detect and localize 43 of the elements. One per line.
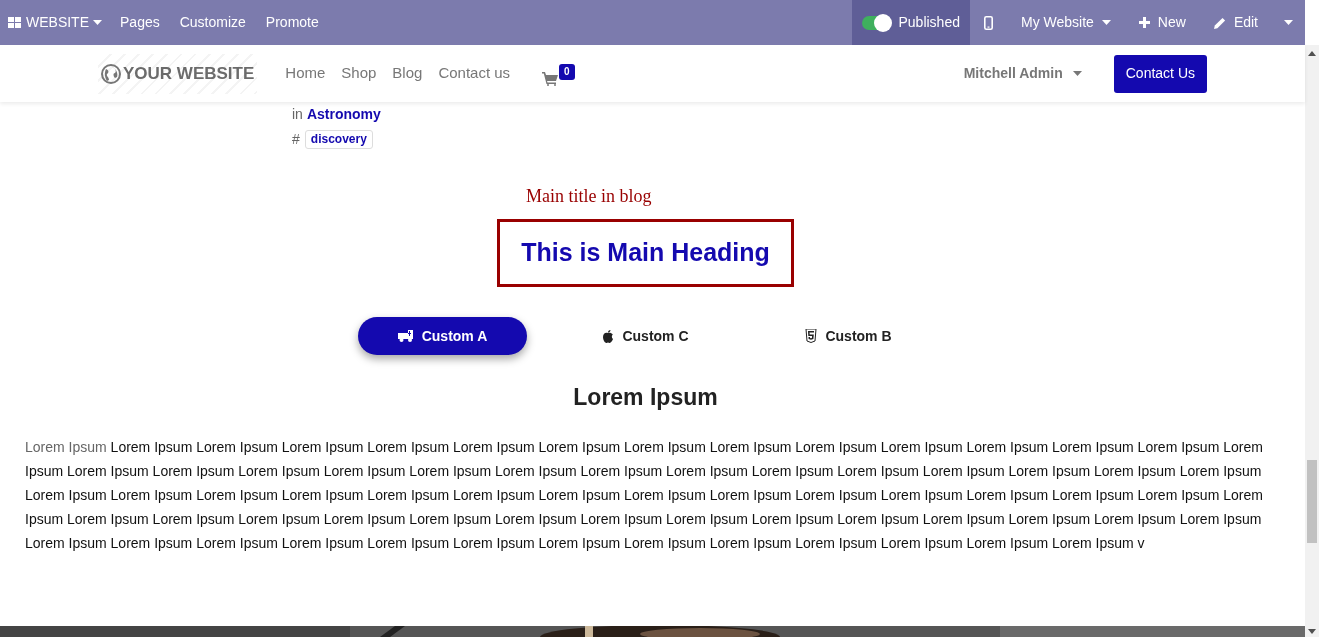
menu-item[interactable]: Promote [255, 0, 329, 45]
nav-link[interactable]: Shop [341, 62, 377, 85]
scroll-down-icon[interactable] [1308, 629, 1316, 634]
contact-us-button[interactable]: Contact Us [1113, 54, 1207, 93]
caret-icon [1101, 20, 1111, 25]
caret-icon [93, 20, 102, 25]
main-heading: This is Main Heading [497, 219, 794, 287]
nav-link[interactable]: Contact us [438, 62, 511, 85]
app-menu[interactable]: WEBSITE [0, 0, 110, 45]
section-title: Lorem Ipsum [573, 383, 718, 412]
tag-badge[interactable]: discovery [304, 130, 373, 149]
paragraph: Lorem Ipsum Lorem Ipsum Lorem Ipsum Lorem Ipsum Lorem Ipsum Lorem Ipsum Lorem Ipsum Lorem Ipsum Lorem Ipsum Lorem Ipsum Lorem Ipsum Lorem Ipsum Lorem Ipsum Lorem Ipsum Lorem Ipsum Lorem Ipsum Lorem Ipsum Lorem Ipsum Lorem Ipsum Lorem Ipsum Lorem Ipsum Lorem Ipsum Lorem Ipsum Lorem Ipsum Lorem Ipsum Lorem Ipsum Lorem Ipsum Lorem Ipsum Lorem Ipsum Lorem Ipsum Lorem Ipsum Lorem Ipsum Lorem Ipsum Lorem Ipsum Lorem Ipsum Lorem Ipsum Lorem Ipsum Lorem Ipsum Lorem Ipsum Lorem Ipsum Lorem Ipsum Lorem Ipsum Lorem Ipsum Lorem Ipsum Lorem Ipsum Lorem Ipsum Lorem Ipsum Lorem Ipsum Lorem Ipsum Lorem Ipsum Lorem Ipsum Lorem Ipsum Lorem Ipsum Lorem Ipsum Lorem Ipsum Lorem Ipsum Lorem Ipsum Lorem Ipsum Lorem Ipsum Lorem Ipsum Lorem Ipsum Lorem Ipsum Lorem Ipsum Lorem Ipsum Lorem Ipsum Lorem Ipsum Lorem Ipsum Lorem Ipsum Lorem Ipsum Lorem Ipsum Lorem Ipsum v [25, 437, 1264, 553]
nav-link[interactable]: Blog [392, 62, 423, 85]
menu-item[interactable]: Customize [169, 0, 256, 45]
tab[interactable]: Custom B [764, 317, 933, 355]
plus-icon [1138, 17, 1150, 28]
globe-icon [101, 63, 121, 84]
new-button[interactable]: New [1124, 0, 1200, 45]
cart-count-badge: 0 [559, 63, 575, 80]
grid-icon [8, 16, 22, 29]
cart-icon [542, 71, 559, 86]
edit-button[interactable]: Edit [1199, 0, 1272, 45]
pencil-icon [1213, 16, 1226, 29]
cart-button[interactable]: 0 [542, 61, 575, 86]
user-menu[interactable]: Mitchell Admin [963, 63, 1082, 84]
scrollbar[interactable] [1305, 45, 1319, 637]
publish-toggle[interactable]: Published [852, 0, 970, 45]
tab[interactable]: Custom C [561, 317, 730, 355]
apple-icon [602, 329, 615, 343]
scroll-up-icon[interactable] [1308, 51, 1316, 56]
ambulance-icon [397, 330, 414, 342]
menu-item[interactable]: Pages [110, 0, 170, 45]
tab[interactable]: Custom A [358, 317, 527, 355]
tag-prefix: # [292, 130, 300, 149]
shield-five-icon [805, 329, 818, 343]
caret-icon [1284, 20, 1293, 25]
category-link[interactable]: Astronomy [306, 104, 381, 125]
caret-icon [1072, 71, 1082, 76]
category-prefix: in [292, 105, 303, 124]
caption: Main title in blog [526, 185, 653, 208]
website-menu[interactable]: My Website [1007, 0, 1125, 45]
nav-link[interactable]: Home [285, 62, 326, 85]
scroll-thumb[interactable] [1307, 460, 1317, 543]
